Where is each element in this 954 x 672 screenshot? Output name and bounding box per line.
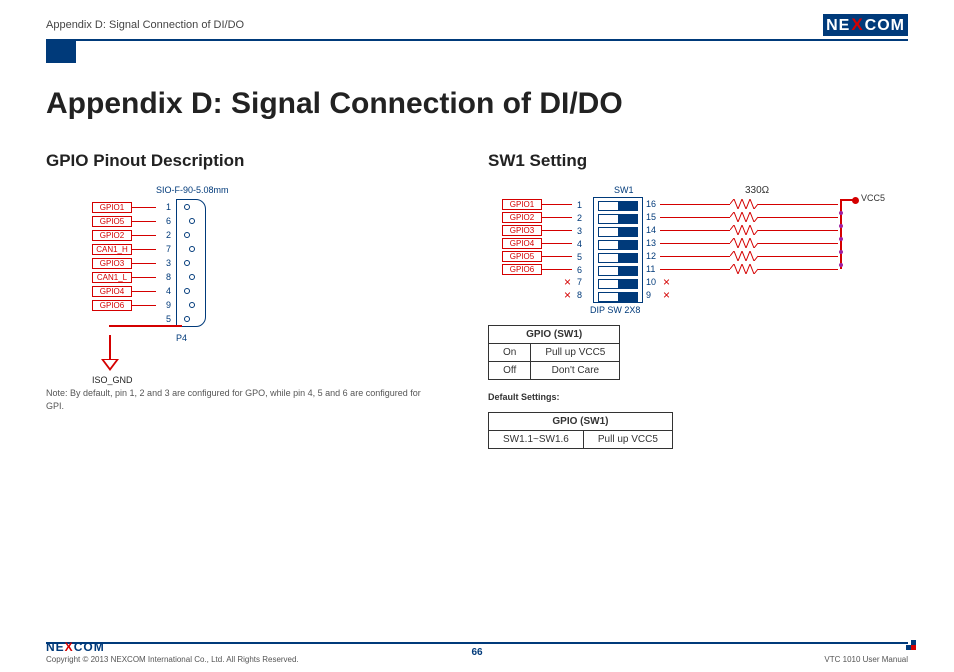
pin-circle-icon <box>189 246 195 252</box>
vcc-node-icon <box>852 196 859 206</box>
resistor-icon <box>730 226 758 234</box>
sw1-title: SW1 <box>614 185 634 195</box>
sw-row: GPIO4 4 <box>502 238 582 249</box>
vcc-label: VCC5 <box>861 193 885 203</box>
sw-right-row: 15 <box>646 212 838 222</box>
sw-row: GPIO5 5 <box>502 251 582 262</box>
manual-name: VTC 1010 User Manual <box>824 655 908 664</box>
pin-row: GPIO6 9 <box>92 299 195 311</box>
gnd-wire <box>109 335 111 359</box>
pin-row: GPIO5 6 <box>92 215 195 227</box>
gpio-pinout-diagram: SIO-F-90-5.08mm P4 GPIO1 1 GPIO5 6 <box>46 185 406 375</box>
resistor-icon <box>730 265 758 273</box>
sw-row: 7 <box>572 277 582 287</box>
resistor-icon <box>730 239 758 247</box>
pin-circle-icon <box>189 218 195 224</box>
sw-right-row: 9 <box>646 290 660 300</box>
pin-circle-icon <box>184 260 190 266</box>
x-mark-icon: × <box>663 275 670 289</box>
sw-row: GPIO3 3 <box>502 225 582 236</box>
pin-circle-icon <box>184 316 190 322</box>
vcc-bus-wire <box>840 199 842 269</box>
ground-icon <box>101 359 119 371</box>
junction-node-icon <box>839 211 843 215</box>
sw1-heading: SW1 Setting <box>488 151 908 171</box>
sw1-default-table: GPIO (SW1) SW1.1~SW1.6 Pull up VCC5 <box>488 412 673 449</box>
sw1-section: SW1 Setting SW1 GPIO1 1 GPIO2 2 GPIO3 <box>488 151 908 449</box>
pin-row: GPIO1 1 <box>92 201 190 213</box>
footer-logo: NEXCOM <box>46 640 299 654</box>
pin-circle-icon <box>184 204 190 210</box>
table-header: GPIO (SW1) <box>489 326 620 344</box>
pin-row: GPIO4 4 <box>92 285 190 297</box>
sw-row: GPIO2 2 <box>502 212 582 223</box>
pin-row: GPIO3 3 <box>92 257 190 269</box>
sw-right-row: 10 <box>646 277 660 287</box>
header-section-title: Appendix D: Signal Connection of DI/DO <box>46 19 244 31</box>
brand-logo: NEXCOM <box>823 14 908 36</box>
sw-right-row: 13 <box>646 238 838 248</box>
page-number: 66 <box>471 647 482 658</box>
pin-label: GPIO1 <box>92 202 132 213</box>
x-mark-icon: × <box>564 275 571 289</box>
gpio-heading: GPIO Pinout Description <box>46 151 438 171</box>
dip-label: DIP SW 2X8 <box>590 305 640 315</box>
header-rule <box>46 39 908 41</box>
header-tab-marker <box>46 41 76 63</box>
corner-decoration-icon <box>906 640 916 650</box>
sw-row: GPIO6 6 <box>502 264 582 275</box>
main-content: Appendix D: Signal Connection of DI/DO G… <box>0 63 954 449</box>
junction-node-icon <box>839 250 843 254</box>
pin-circle-icon <box>184 288 190 294</box>
gnd-label: ISO_GND <box>92 375 133 385</box>
table-row: Off Don't Care <box>489 362 620 380</box>
sw-row: 8 <box>572 290 582 300</box>
pin-circle-icon <box>184 232 190 238</box>
pin-row: GPIO2 2 <box>92 229 190 241</box>
pin-row: CAN1_H 7 <box>92 243 195 255</box>
sw-right-row: 14 <box>646 225 838 235</box>
pin-circle-icon <box>189 302 195 308</box>
x-mark-icon: × <box>564 288 571 302</box>
table-row: SW1.1~SW1.6 Pull up VCC5 <box>489 431 673 449</box>
pin-row: CAN1_L 8 <box>92 271 195 283</box>
pin-row: 5 <box>156 313 190 325</box>
gpio-note: Note: By default, pin 1, 2 and 3 are con… <box>46 387 426 412</box>
resistor-icon <box>730 200 758 208</box>
x-mark-icon: × <box>663 288 670 302</box>
resistor-icon <box>730 252 758 260</box>
sw-row: GPIO1 1 <box>502 199 582 210</box>
pin-circle-icon <box>189 274 195 280</box>
junction-node-icon <box>839 237 843 241</box>
page-title: Appendix D: Signal Connection of DI/DO <box>46 87 908 121</box>
gpio-pinout-section: GPIO Pinout Description SIO-F-90-5.08mm … <box>46 151 438 449</box>
table-row: On Pull up VCC5 <box>489 344 620 362</box>
default-settings-label: Default Settings: <box>488 392 908 402</box>
copyright-text: Copyright © 2013 NEXCOM International Co… <box>46 655 299 664</box>
gnd-wire <box>109 325 182 327</box>
junction-node-icon <box>839 224 843 228</box>
resistor-icon <box>730 213 758 221</box>
page-header: Appendix D: Signal Connection of DI/DO N… <box>0 0 954 36</box>
sw-right-row: 12 <box>646 251 838 261</box>
pin-number: 1 <box>159 202 171 212</box>
sw1-diagram: SW1 GPIO1 1 GPIO2 2 GPIO3 3 <box>488 185 908 315</box>
sw1-table: GPIO (SW1) On Pull up VCC5 Off Don't Car… <box>488 325 620 380</box>
table-header: GPIO (SW1) <box>489 413 673 431</box>
connector-ref: P4 <box>176 333 187 343</box>
sw-right-row: 11 <box>646 264 838 274</box>
sw-right-row: 16 <box>646 199 838 209</box>
junction-node-icon <box>839 263 843 267</box>
connector-type-label: SIO-F-90-5.08mm <box>156 185 229 195</box>
dip-switch-body <box>593 197 643 303</box>
resistor-label: 330Ω <box>745 185 769 196</box>
